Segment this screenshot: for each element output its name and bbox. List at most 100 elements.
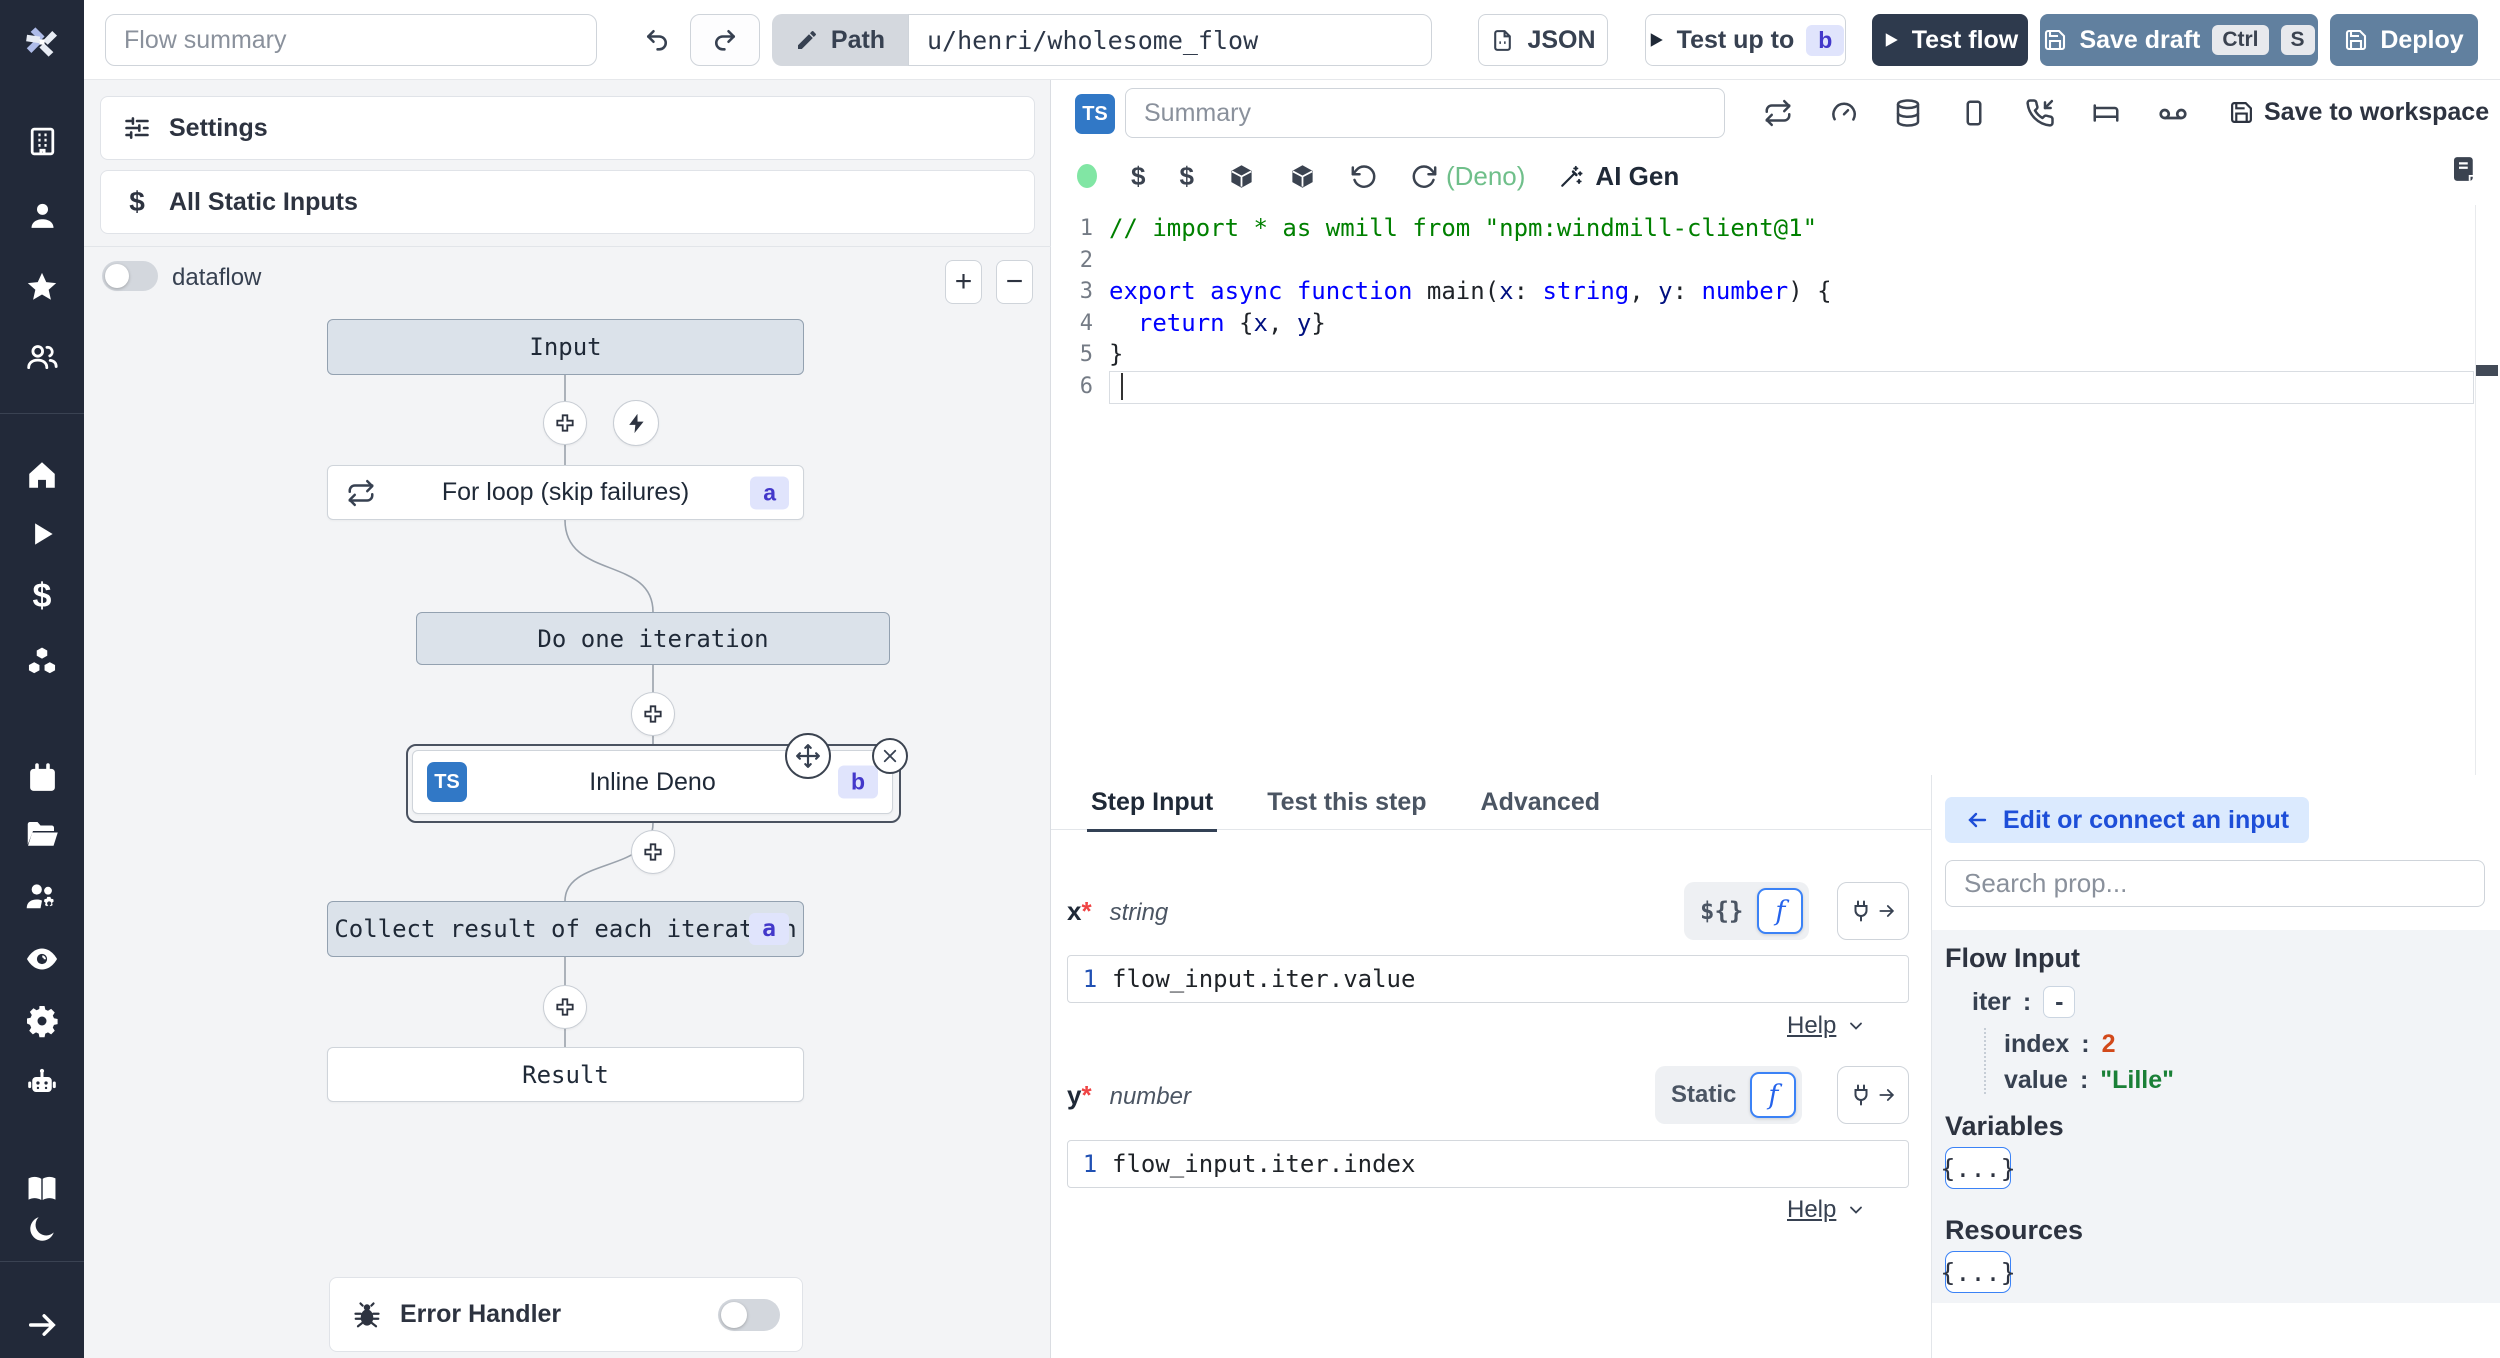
help-label: Help — [1787, 1012, 1837, 1039]
test-up-to-button[interactable]: Test up to b — [1645, 14, 1846, 66]
windmill-logo[interactable] — [0, 18, 84, 66]
static-mode-option[interactable]: Static — [1671, 1081, 1746, 1109]
play-icon[interactable] — [0, 514, 84, 554]
package-icon[interactable] — [1289, 163, 1316, 190]
dataflow-label: dataflow — [172, 264, 262, 291]
dollar-icon[interactable]: $ — [1179, 161, 1193, 192]
y-input-mode-toggle[interactable]: Static f — [1655, 1066, 1803, 1124]
tab-advanced[interactable]: Advanced — [1477, 774, 1604, 831]
flow-settings-button[interactable]: Settings — [100, 96, 1035, 160]
refresh-icon — [1412, 164, 1437, 188]
save-to-workspace-label: Save to workspace — [2264, 98, 2490, 126]
path-badge[interactable]: Path — [772, 14, 908, 66]
plus-icon — [644, 705, 662, 723]
voicemail-icon[interactable] — [2157, 98, 2189, 130]
flow-node-result[interactable]: Result — [327, 1047, 804, 1102]
flow-node-input[interactable]: Input — [327, 319, 804, 375]
robot-icon[interactable] — [0, 1063, 84, 1103]
path-input[interactable] — [908, 14, 1432, 66]
zoom-out-button[interactable]: − — [996, 260, 1033, 304]
all-static-inputs-button[interactable]: $ All Static Inputs — [100, 170, 1035, 234]
test-flow-button[interactable]: Test flow — [1872, 14, 2028, 66]
y-expression: flow_input.iter.index — [1112, 1150, 1416, 1178]
tree-row-iter[interactable]: iter: - — [1972, 986, 2076, 1018]
dollar-icon[interactable]: $ — [1131, 161, 1145, 192]
home-icon[interactable] — [0, 455, 84, 495]
dataflow-toggle[interactable] — [102, 261, 158, 291]
javascript-mode-option-selected[interactable]: f — [1757, 888, 1804, 934]
folder-open-icon[interactable] — [0, 814, 84, 854]
deploy-button[interactable]: Deploy — [2330, 14, 2478, 66]
repeat-trigger-icon[interactable] — [1763, 98, 1793, 128]
edit-or-connect-button[interactable]: Edit or connect an input — [1945, 797, 2310, 843]
javascript-mode-option-selected[interactable]: f — [1750, 1072, 1797, 1118]
template-mode-option[interactable]: ${} — [1700, 897, 1753, 925]
search-prop-input[interactable] — [1945, 860, 2485, 907]
moon-icon[interactable] — [0, 1209, 84, 1249]
save-draft-button[interactable]: Save draft Ctrl S — [2040, 14, 2318, 66]
x-help-link[interactable]: Help — [1787, 1012, 1866, 1040]
step-summary-input[interactable] — [1125, 88, 1725, 138]
add-step-button[interactable] — [543, 985, 587, 1029]
y-expression-editor[interactable]: 1 flow_input.iter.index — [1067, 1140, 1909, 1188]
user-group-icon[interactable] — [0, 337, 84, 377]
dollar-icon[interactable]: $ — [0, 576, 84, 616]
boxes-icon[interactable] — [0, 641, 84, 681]
x-input-mode-toggle[interactable]: ${} f — [1684, 882, 1810, 940]
database-icon[interactable] — [1893, 98, 1923, 128]
ai-gen-button[interactable]: AI Gen — [1559, 161, 1679, 192]
save-to-workspace-button[interactable]: Save to workspace — [2229, 98, 2489, 127]
tab-test-this-step[interactable]: Test this step — [1263, 774, 1430, 831]
tree-row-index[interactable]: index: 2 — [2004, 1030, 2116, 1059]
route-frame-icon[interactable] — [2091, 98, 2121, 128]
add-trigger-button[interactable] — [613, 400, 659, 446]
x-expression-editor[interactable]: 1 flow_input.iter.value — [1067, 955, 1909, 1003]
repeat-icon — [348, 479, 374, 506]
json-button[interactable]: JSON — [1478, 14, 1608, 66]
package-icon[interactable] — [1228, 163, 1255, 190]
tree-row-value[interactable]: value: "Lille" — [2004, 1066, 2174, 1095]
star-icon[interactable] — [0, 267, 84, 307]
add-step-button[interactable] — [631, 692, 675, 736]
error-handler-toggle[interactable] — [718, 1298, 780, 1331]
add-step-button[interactable] — [543, 401, 587, 445]
eye-icon[interactable] — [0, 939, 84, 979]
phone-incoming-icon[interactable] — [2025, 98, 2055, 128]
gauge-icon[interactable] — [1829, 98, 1859, 128]
y-connect-input-button[interactable] — [1837, 1066, 1909, 1124]
error-handler-label: Error Handler — [400, 1300, 562, 1328]
required-mark: * — [1081, 896, 1092, 926]
reset-icon[interactable] — [1350, 163, 1377, 190]
refresh-runtime-button[interactable]: (Deno) — [1411, 161, 1525, 192]
mobile-icon[interactable] — [1959, 98, 1989, 128]
collapse-node-button[interactable]: - — [2043, 986, 2076, 1018]
x-connect-input-button[interactable] — [1837, 882, 1909, 940]
required-mark: * — [1081, 1080, 1092, 1110]
collapse-arrow-icon[interactable] — [0, 1305, 84, 1345]
library-book-icon[interactable] — [2449, 154, 2479, 184]
book-open-icon[interactable] — [0, 1169, 84, 1209]
settings-gear-icon[interactable] — [0, 1001, 84, 1041]
delete-node-button[interactable] — [872, 738, 908, 774]
add-step-button[interactable] — [631, 830, 675, 874]
y-help-link[interactable]: Help — [1787, 1196, 1866, 1224]
error-handler-row[interactable]: Error Handler — [329, 1277, 803, 1352]
undo-button[interactable] — [625, 14, 689, 66]
zoom-in-button[interactable]: + — [945, 260, 982, 304]
user-group-gear-icon[interactable] — [0, 877, 84, 917]
flow-node-collect-result[interactable]: Collect result of each iteration a — [327, 901, 804, 957]
variables-expand-button[interactable]: {...} — [1940, 1147, 2016, 1189]
flow-summary-input[interactable] — [105, 14, 597, 66]
redo-button[interactable] — [690, 14, 760, 66]
calendar-icon[interactable] — [0, 758, 84, 798]
flow-node-do-one-iteration[interactable]: Do one iteration — [416, 612, 890, 665]
code-editor[interactable]: 1// import * as wmill from "npm:windmill… — [1051, 205, 2500, 775]
resources-expand-button[interactable]: {...} — [1940, 1251, 2016, 1293]
tab-step-input[interactable]: Step Input — [1087, 774, 1218, 832]
move-node-handle[interactable] — [785, 733, 831, 779]
building-icon[interactable] — [0, 121, 84, 161]
user-icon[interactable] — [0, 195, 84, 235]
scrollbar-thumb[interactable] — [2476, 365, 2498, 376]
test-flow-label: Test flow — [1911, 25, 2019, 54]
flow-node-for-loop[interactable]: For loop (skip failures) a — [327, 465, 804, 520]
